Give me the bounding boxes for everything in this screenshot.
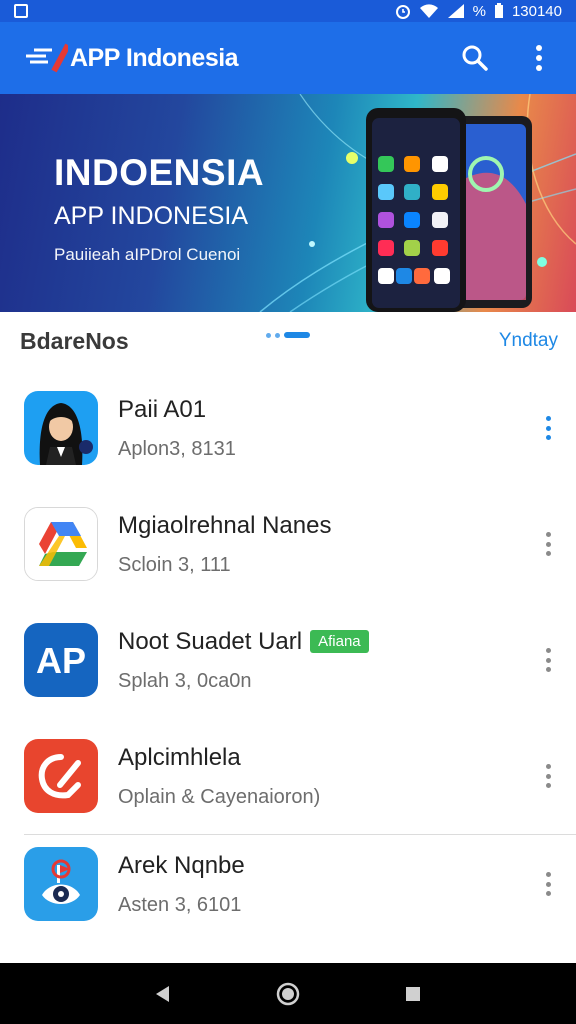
notification-icon (14, 4, 28, 18)
app-meta: Asten 3, 6101 (118, 893, 242, 916)
carousel-dot[interactable] (266, 332, 271, 338)
app-name: Aplcimhlela (118, 743, 241, 771)
battery-icon (494, 3, 503, 18)
status-icons: % 130140 (395, 3, 562, 20)
wifi-icon (419, 4, 438, 18)
eye-app-icon (24, 847, 98, 921)
app-name: Mgiaolrehnal Nanes (118, 511, 332, 539)
recents-button[interactable] (396, 977, 430, 1011)
back-icon (155, 985, 169, 1002)
banner-title: INDOENSIA (54, 152, 265, 193)
search-button[interactable] (458, 41, 492, 75)
signal-icon (447, 4, 464, 18)
status-badge: Afiana (310, 630, 369, 653)
home-icon (276, 982, 300, 1005)
search-icon (462, 45, 488, 71)
list-item[interactable]: Mgiaolrehnal Nanes Scloin 3, 111 (0, 486, 576, 602)
section-title: BdareNos (20, 327, 129, 354)
banner-tagline: Pauiieah aIPDrol Cuenoi (54, 245, 241, 264)
system-nav-bar (0, 963, 576, 1024)
battery-text: % (472, 2, 486, 20)
red-app-icon (24, 739, 98, 813)
app-name: Noot Suadet Uarl (118, 627, 303, 655)
more-vertical-icon (536, 45, 542, 71)
section-link[interactable]: Yndtay (499, 330, 558, 352)
item-more-button[interactable] (542, 416, 554, 440)
app-logo: APP Indonesia (24, 43, 239, 73)
logo-icon (26, 43, 68, 73)
item-more-button[interactable] (542, 532, 554, 556)
app-list: Paii A01 Aplon3, 8131 Mgiaolrehnal Nanes… (0, 370, 576, 933)
list-item[interactable]: Paii A01 Aplon3, 8131 (0, 370, 576, 486)
list-item[interactable]: AP Noot Suadet Uarl Afiana Splah 3, 0ca0… (0, 602, 576, 718)
ap-app-icon: AP (24, 623, 98, 697)
section-header: BdareNos Yndtay (0, 312, 576, 370)
app-title: APP Indonesia (70, 43, 239, 72)
status-time: 130140 (511, 2, 562, 20)
promo-banner[interactable]: INDOENSIA APP INDONESIA Pauiieah aIPDrol… (0, 94, 576, 312)
list-item[interactable]: Aplcimhlela Oplain & Cayenaioron) (0, 718, 576, 834)
item-more-button[interactable] (542, 648, 554, 672)
list-item[interactable]: Arek Nqnbe Asten 3, 6101 (0, 835, 576, 933)
carousel-indicator (266, 332, 310, 338)
carousel-dot[interactable] (275, 332, 280, 338)
home-button[interactable] (271, 977, 305, 1011)
item-more-button[interactable] (542, 872, 554, 896)
avatar-app-icon (24, 391, 98, 465)
overflow-menu-button[interactable] (522, 41, 556, 75)
carousel-dot-active[interactable] (284, 332, 310, 338)
app-meta: Oplain & Cayenaioron) (118, 785, 321, 808)
recents-icon (406, 986, 421, 1001)
back-button[interactable] (146, 977, 180, 1011)
drive-app-icon (24, 507, 98, 581)
svg-text:AP: AP (36, 640, 86, 681)
item-more-button[interactable] (542, 764, 554, 788)
app-meta: Aplon3, 8131 (118, 437, 236, 460)
app-bar: APP Indonesia (0, 22, 576, 94)
app-name: Arek Nqnbe (118, 851, 245, 879)
status-bar: % 130140 (0, 0, 576, 22)
app-meta: Scloin 3, 111 (118, 553, 231, 576)
app-name: Paii A01 (118, 395, 207, 423)
banner-subtitle: APP INDONESIA (54, 202, 249, 230)
app-meta: Splah 3, 0ca0n (118, 669, 252, 692)
alarm-icon (395, 5, 410, 19)
